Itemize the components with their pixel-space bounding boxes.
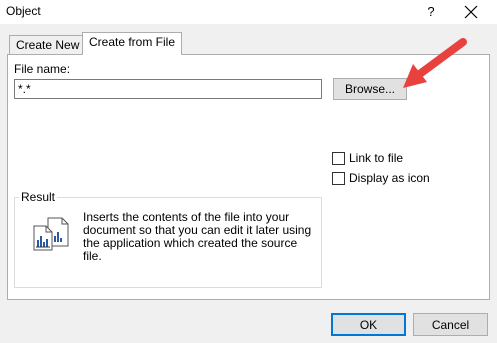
ok-button[interactable]: OK [331, 313, 406, 336]
result-description: Inserts the contents of the file into yo… [83, 210, 312, 263]
file-name-label: File name: [14, 62, 71, 76]
title-bar: Object ? [0, 0, 497, 24]
window-title: Object [6, 4, 41, 18]
file-name-input[interactable] [14, 79, 322, 99]
cancel-button[interactable]: Cancel [413, 313, 488, 336]
tab-create-from-file-label: Create from File [89, 35, 176, 49]
annotation-arrow-icon [403, 38, 467, 88]
display-as-icon-label: Display as icon [349, 171, 430, 185]
result-title: Result [19, 190, 58, 204]
link-to-file-checkbox[interactable] [332, 152, 345, 165]
close-icon [464, 5, 478, 19]
help-button[interactable]: ? [420, 1, 442, 23]
display-as-icon-checkbox[interactable] [332, 172, 345, 185]
insert-file-icon [33, 217, 69, 251]
link-to-file-label: Link to file [349, 151, 404, 165]
tab-create-from-file[interactable]: Create from File [82, 32, 183, 55]
close-button[interactable] [456, 0, 486, 24]
tab-create-new[interactable]: Create New [9, 35, 87, 54]
tab-create-new-label: Create New [16, 38, 80, 52]
result-group: Result Inserts the contents of the file … [14, 190, 322, 288]
